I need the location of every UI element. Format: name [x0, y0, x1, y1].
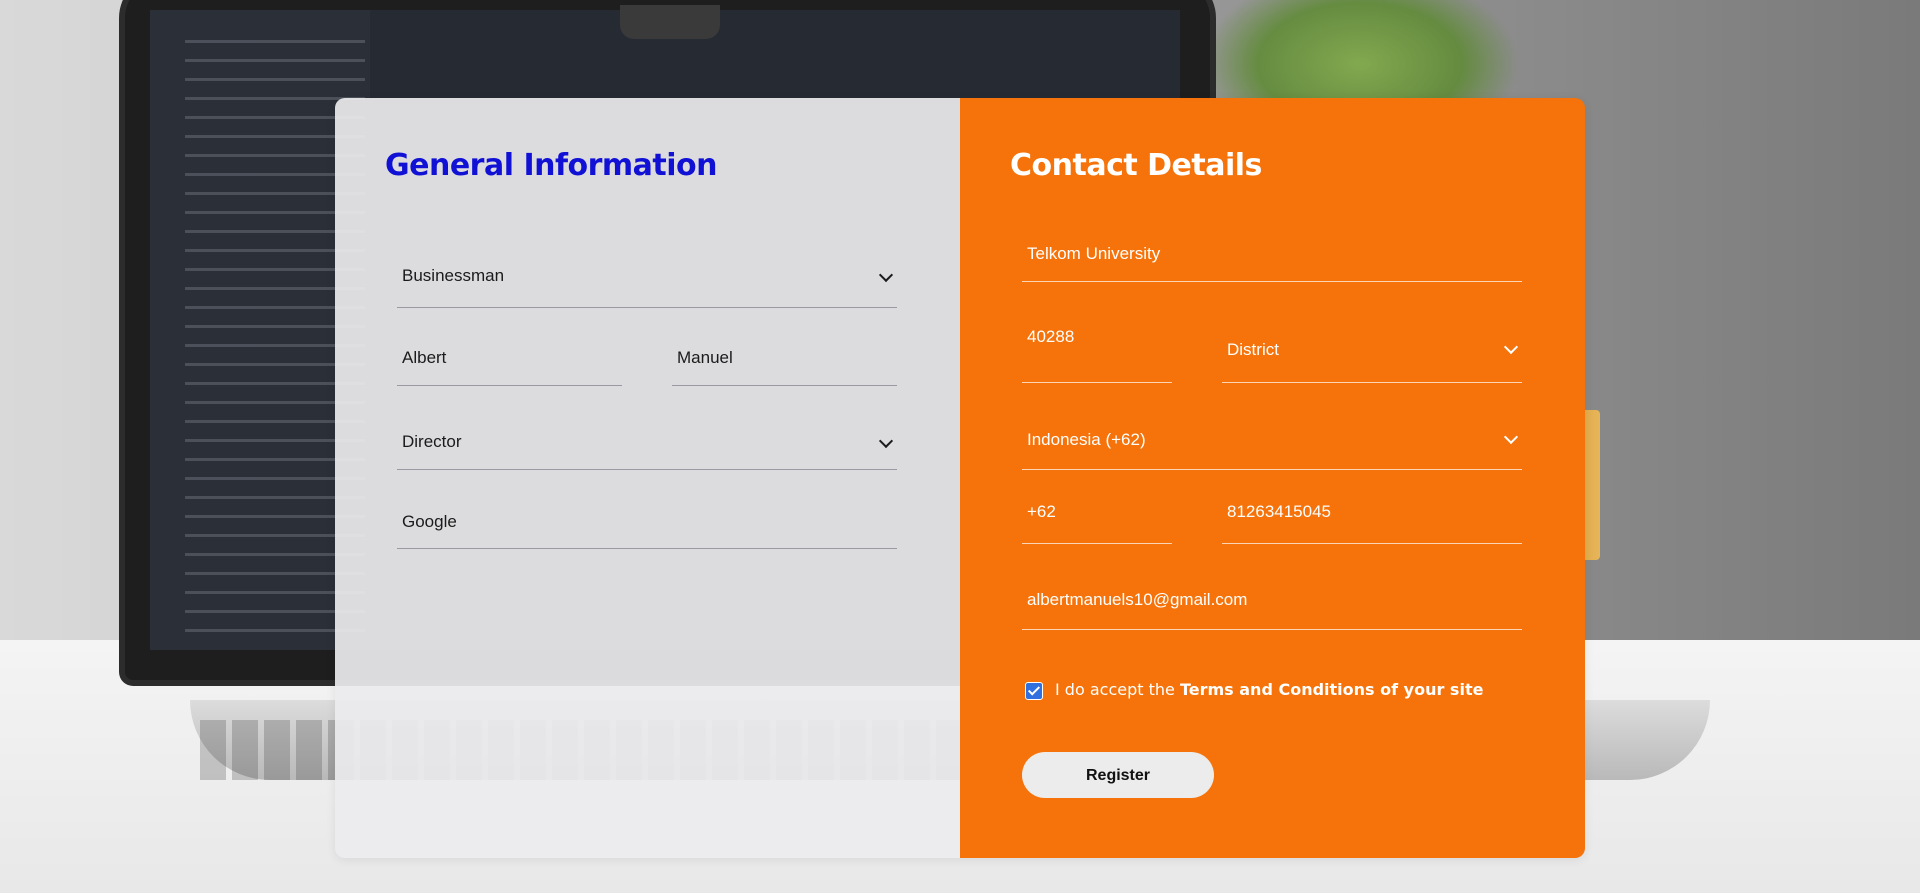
position-select-value: Director	[402, 432, 462, 451]
bg-laptop-notch	[620, 5, 720, 39]
general-information-panel: General Information Businessman Albert M…	[335, 98, 960, 858]
general-information-title: General Information	[385, 148, 718, 183]
country-select[interactable]: Indonesia (+62)	[1022, 408, 1522, 470]
contact-details-title: Contact Details	[1010, 148, 1262, 183]
terms-prefix: I do accept the	[1055, 680, 1175, 699]
contact-details-panel: Contact Details Telkom University 40288 …	[960, 98, 1585, 858]
email-value: albertmanuels10@gmail.com	[1027, 590, 1248, 609]
terms-link[interactable]: Terms and Conditions of your site	[1180, 680, 1483, 699]
phone-number-input[interactable]: 81263415045	[1222, 493, 1522, 544]
last-name-input[interactable]: Manuel	[672, 338, 897, 386]
district-select[interactable]: District	[1222, 308, 1522, 383]
street-input[interactable]: Telkom University	[1022, 228, 1522, 282]
register-button[interactable]: Register	[1022, 752, 1214, 798]
company-value: Google	[402, 512, 457, 531]
last-name-value: Manuel	[677, 348, 733, 367]
first-name-value: Albert	[402, 348, 447, 367]
email-input[interactable]: albertmanuels10@gmail.com	[1022, 578, 1522, 630]
title-select[interactable]: Businessman	[397, 256, 897, 308]
chevron-down-icon	[1503, 339, 1519, 355]
chevron-down-icon	[878, 267, 894, 283]
street-value: Telkom University	[1027, 244, 1161, 263]
phone-code-input[interactable]: +62	[1022, 493, 1172, 544]
title-select-value: Businessman	[402, 266, 505, 285]
company-input[interactable]: Google	[397, 498, 897, 549]
registration-form: General Information Businessman Albert M…	[335, 98, 1585, 858]
phone-number-value: 81263415045	[1227, 502, 1332, 521]
phone-code-value: +62	[1027, 502, 1056, 521]
zip-value: 40288	[1027, 327, 1075, 346]
district-select-value: District	[1227, 340, 1279, 359]
country-select-value: Indonesia (+62)	[1027, 430, 1146, 449]
first-name-input[interactable]: Albert	[397, 338, 622, 386]
position-select[interactable]: Director	[397, 418, 897, 470]
terms-checkbox[interactable]	[1025, 682, 1043, 700]
zip-input[interactable]: 40288	[1022, 308, 1172, 383]
terms-label: I do accept the Terms and Conditions of …	[1055, 680, 1483, 699]
chevron-down-icon	[1503, 429, 1519, 445]
chevron-down-icon	[878, 433, 894, 449]
